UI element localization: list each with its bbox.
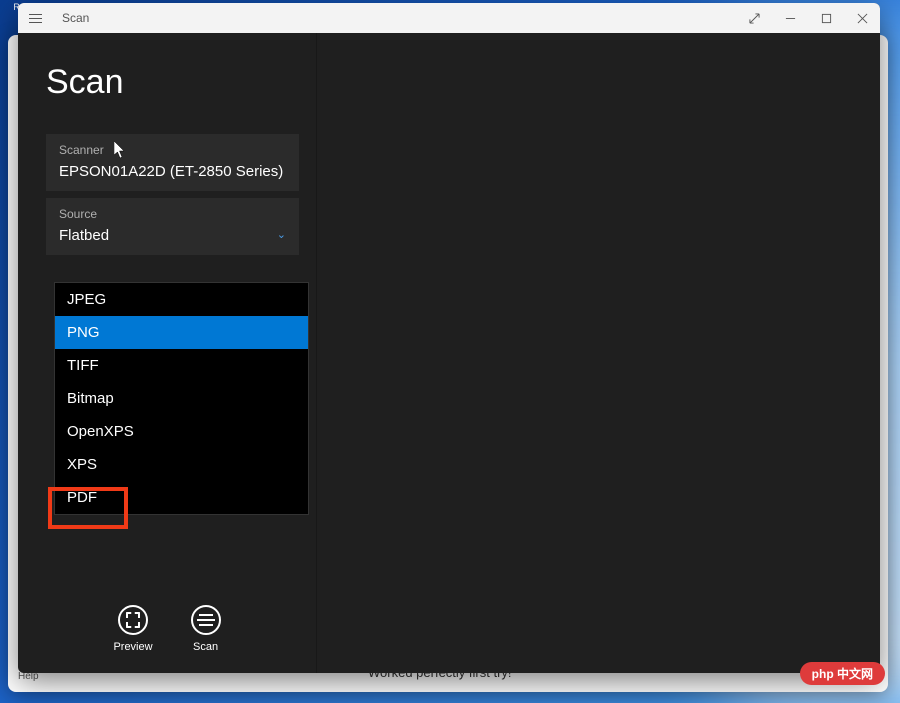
action-bar: Preview Scan [18,605,316,653]
scan-button[interactable]: Scan [191,605,221,653]
preview-icon [118,605,148,635]
expand-icon[interactable] [736,3,772,33]
source-value: Flatbed [59,227,286,244]
content-area: Scan Scanner EPSON01A22D (ET-2850 Series… [18,33,880,673]
maximize-button[interactable] [808,3,844,33]
mouse-cursor-icon [114,141,126,159]
source-label: Source [59,207,286,221]
scanner-selector[interactable]: Scanner EPSON01A22D (ET-2850 Series) [46,134,299,191]
scan-app-window: Scan Scan Scanner EPSON01A22D (E [18,3,880,673]
dropdown-item-openxps[interactable]: OpenXPS [55,415,308,448]
chevron-down-icon: ⌄ [277,228,286,241]
scanner-label: Scanner [59,143,286,157]
app-title: Scan [46,63,299,102]
window-title: Scan [62,11,89,25]
dropdown-item-pdf[interactable]: PDF [55,481,308,514]
dropdown-item-jpeg[interactable]: JPEG [55,283,308,316]
watermark-badge: php 中文网 [800,662,885,685]
close-button[interactable] [844,3,880,33]
preview-panel [316,33,880,673]
titlebar: Scan [18,3,880,33]
minimize-button[interactable] [772,3,808,33]
preview-button[interactable]: Preview [113,605,152,653]
dropdown-item-xps[interactable]: XPS [55,448,308,481]
dropdown-item-png[interactable]: PNG [55,316,308,349]
window-controls [736,3,880,33]
dropdown-item-bitmap[interactable]: Bitmap [55,382,308,415]
hamburger-menu-button[interactable] [26,8,46,28]
file-type-dropdown: JPEG PNG TIFF Bitmap OpenXPS XPS PDF [54,282,309,515]
scan-label: Scan [193,641,218,653]
source-selector[interactable]: Source Flatbed ⌄ [46,198,299,255]
dropdown-item-tiff[interactable]: TIFF [55,349,308,382]
scan-icon [191,605,221,635]
preview-label: Preview [113,641,152,653]
scanner-value: EPSON01A22D (ET-2850 Series) [59,163,286,180]
